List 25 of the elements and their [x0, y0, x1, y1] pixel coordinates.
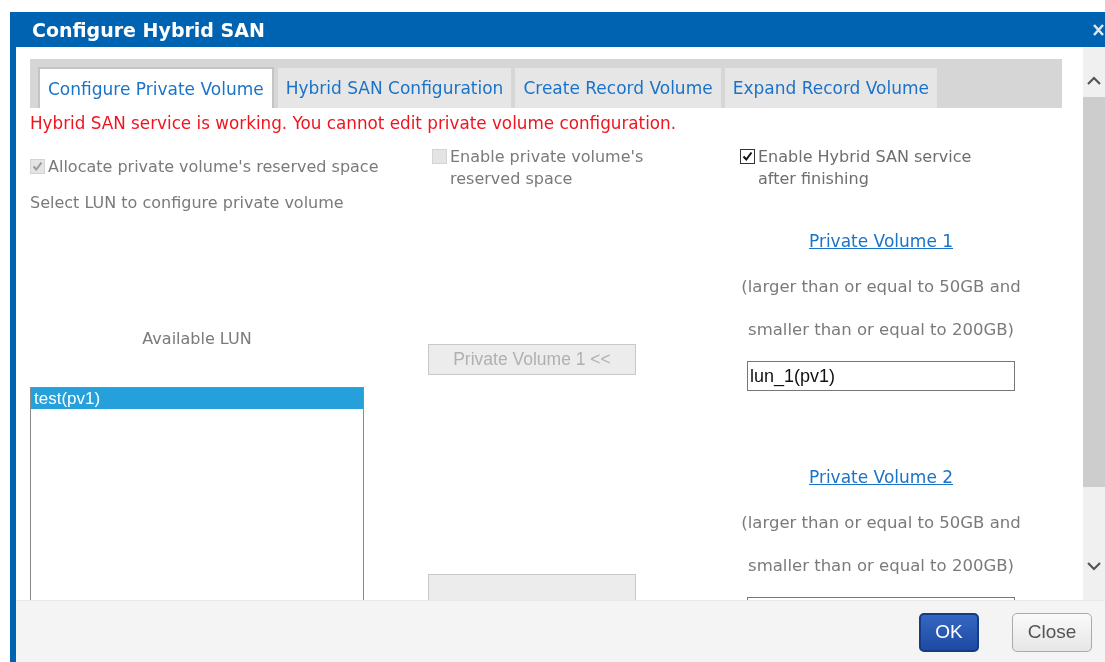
size-range-text: smaller than or equal to 200GB) — [748, 319, 1014, 341]
dialog-button[interactable]: Close — [1012, 612, 1092, 652]
size-range-text: (larger than or equal to 50GB and — [741, 512, 1021, 534]
tab[interactable]: Expand Record Volume — [724, 68, 938, 108]
error-message: Hybrid SAN service is working. You cannot edit private volume configuration. — [30, 113, 678, 133]
dialog-title: Configure Hybrid SAN — [32, 18, 265, 41]
list-item[interactable]: test(pv1) — [31, 388, 363, 409]
tab[interactable]: Hybrid SAN Configuration — [277, 68, 512, 108]
volume-field[interactable]: lun_1(pv1) — [747, 361, 1015, 391]
checkbox-label: Enable Hybrid SAN service after finishing — [758, 146, 973, 190]
volume-link[interactable]: Private Volume 1 — [808, 229, 954, 253]
lun-list[interactable]: test(pv1) — [30, 387, 364, 600]
instruction-text: Select LUN to configure private volume — [30, 193, 345, 213]
dialog-button[interactable]: OK — [919, 612, 979, 652]
tab[interactable]: Create Record Volume — [515, 68, 721, 108]
assign-button[interactable] — [428, 574, 636, 600]
close-icon[interactable] — [1092, 22, 1105, 37]
checkbox-label: Enable private volume's reserved space — [450, 146, 645, 190]
size-range-text: smaller than or equal to 200GB) — [748, 555, 1014, 577]
tab[interactable]: Configure Private Volume — [38, 67, 274, 108]
list-heading: Available LUN — [141, 329, 253, 349]
size-range-text: (larger than or equal to 50GB and — [741, 276, 1021, 298]
checkbox-label: Allocate private volume's reserved space — [48, 156, 379, 178]
checkbox[interactable] — [740, 149, 755, 164]
volume-link[interactable]: Private Volume 2 — [808, 465, 954, 489]
